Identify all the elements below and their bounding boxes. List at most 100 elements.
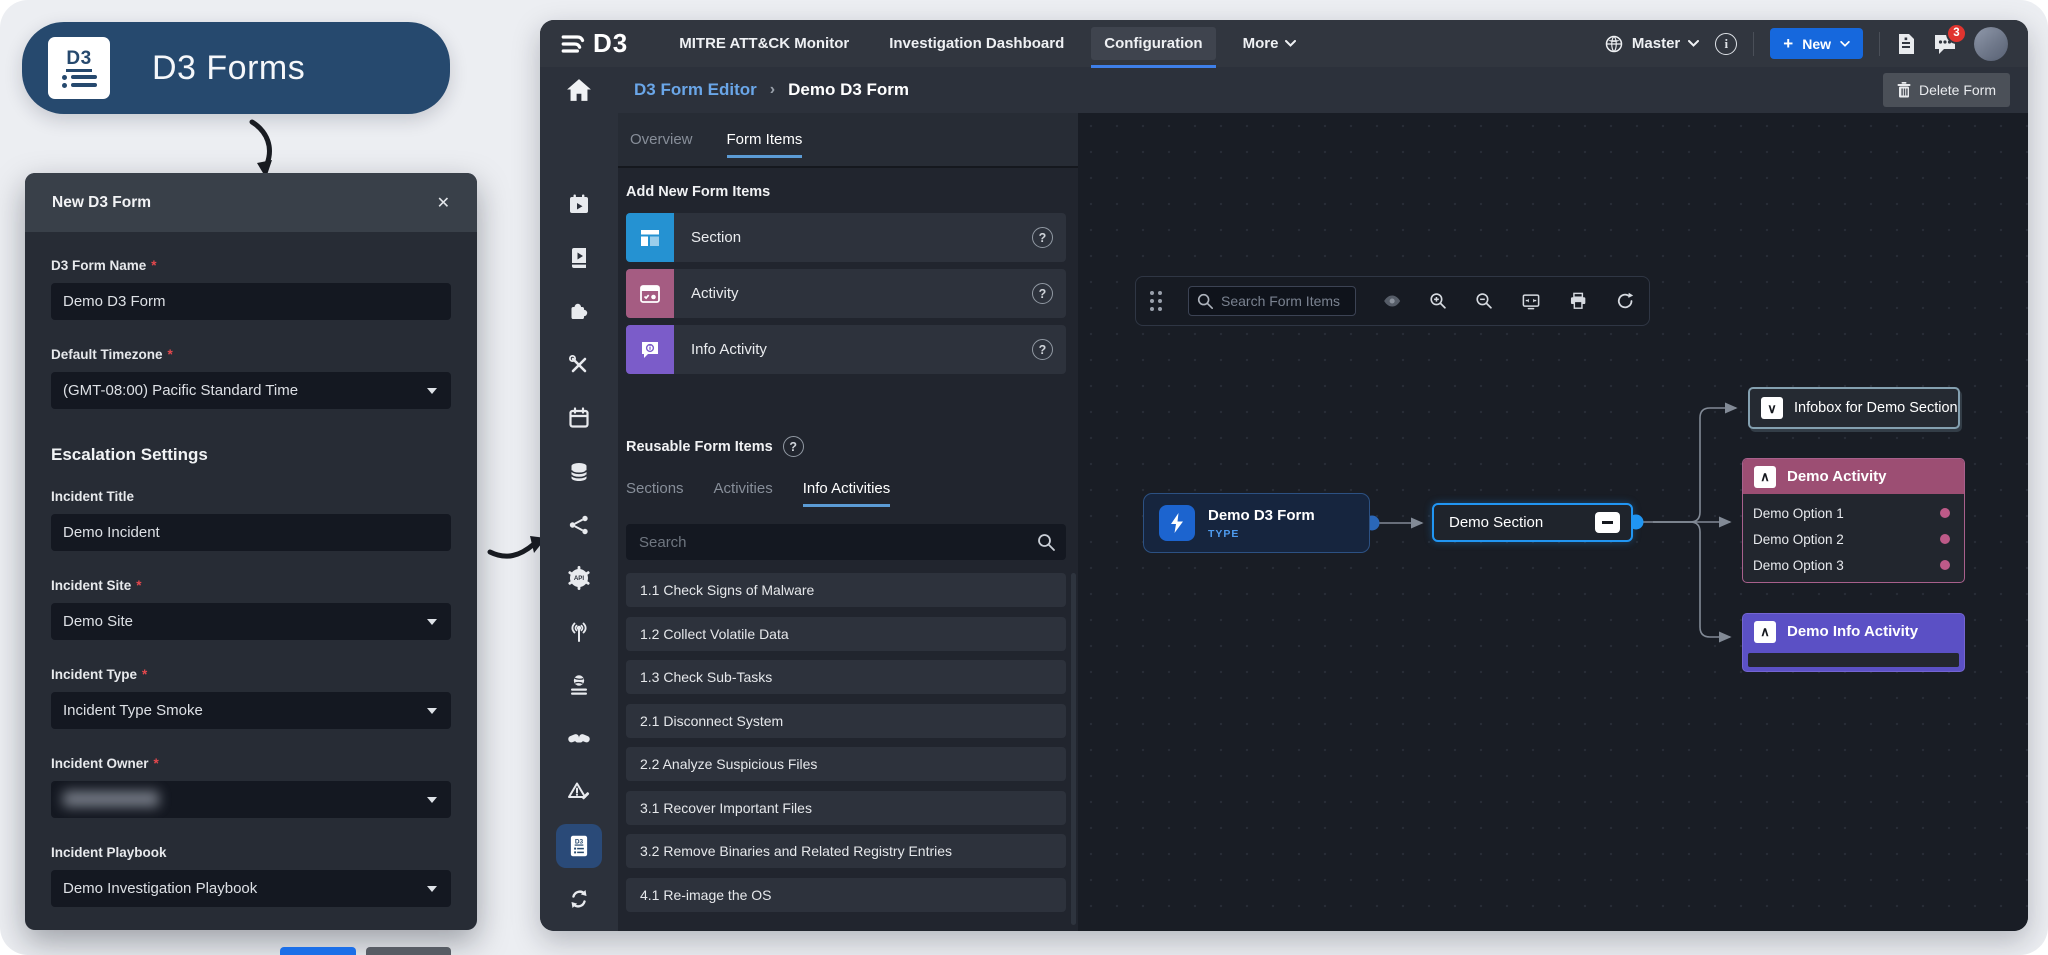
list-item[interactable]: 1.1 Check Signs of Malware <box>626 573 1066 607</box>
node-infobox[interactable]: ∨ Infobox for Demo Section <box>1748 387 1960 429</box>
sidebar-integrations[interactable] <box>556 289 602 332</box>
list-item[interactable]: 2.1 Disconnect System <box>626 704 1066 738</box>
help-icon[interactable]: ? <box>1032 339 1053 360</box>
drag-handle-icon[interactable] <box>1150 291 1162 311</box>
nav-mitre-attack-monitor[interactable]: MITRE ATT&CK Monitor <box>666 27 862 60</box>
sidebar-sync[interactable] <box>556 878 602 921</box>
add-info-activity-row[interactable]: Info Activity ? <box>626 325 1066 374</box>
option-port-icon[interactable] <box>1940 560 1950 570</box>
ok-button[interactable]: OK <box>280 947 356 955</box>
reusable-search-input[interactable] <box>626 524 1066 560</box>
incident-owner-select[interactable] <box>51 781 451 818</box>
sidebar-d3-forms[interactable]: D3 <box>556 824 602 867</box>
nav-configuration[interactable]: Configuration <box>1091 27 1215 60</box>
list-item[interactable]: 1.2 Collect Volatile Data <box>626 617 1066 651</box>
nav-more[interactable]: More <box>1230 27 1310 60</box>
collapse-icon[interactable] <box>1595 512 1620 533</box>
sidebar-web-settings[interactable] <box>556 664 602 707</box>
sidebar-broadcast[interactable] <box>556 610 602 653</box>
chevron-up-icon[interactable]: ∧ <box>1754 621 1776 643</box>
d3-logo[interactable]: D3 <box>560 28 628 59</box>
zoom-out-icon[interactable] <box>1474 289 1494 313</box>
activity-option[interactable]: Demo Option 2 <box>1753 526 1954 552</box>
tenant-selector[interactable]: Master <box>1604 34 1699 54</box>
notifications-chat-icon[interactable]: 3 <box>1932 32 1958 56</box>
help-icon[interactable]: ? <box>783 436 804 457</box>
nav-investigation-dashboard[interactable]: Investigation Dashboard <box>876 27 1077 60</box>
refresh-icon[interactable] <box>1615 289 1635 313</box>
redacted-owner-value <box>63 791 159 807</box>
node-demo-info-activity[interactable]: ∧ Demo Info Activity <box>1742 613 1965 672</box>
option-port-icon[interactable] <box>1940 508 1950 518</box>
print-icon[interactable] <box>1568 289 1588 313</box>
option-port-icon[interactable] <box>1940 534 1950 544</box>
sidebar-utility-tools[interactable] <box>556 343 602 386</box>
node-demo-section[interactable]: Demo Section <box>1432 503 1633 542</box>
add-activity-row[interactable]: Activity ? <box>626 269 1066 318</box>
release-notes-icon[interactable] <box>1896 32 1916 56</box>
delete-form-button[interactable]: Delete Form <box>1883 73 2010 107</box>
list-item[interactable]: 3.1 Recover Important Files <box>626 791 1066 825</box>
list-item[interactable]: 4.1 Re-image the OS <box>626 878 1066 912</box>
chevron-up-icon[interactable]: ∧ <box>1754 466 1776 488</box>
help-icon[interactable]: ? <box>1032 283 1053 304</box>
add-section-row[interactable]: Section ? <box>626 213 1066 262</box>
incident-site-select[interactable]: Demo Site <box>51 603 451 640</box>
tab-overview[interactable]: Overview <box>630 131 693 158</box>
list-item[interactable]: 1.3 Check Sub-Tasks <box>626 660 1066 694</box>
breadcrumb-parent-link[interactable]: D3 Form Editor <box>634 80 757 100</box>
required-asterisk: * <box>136 578 141 593</box>
field-d3-form-name: D3 Form Name* Demo D3 Form <box>51 258 451 320</box>
icon-sidebar: API <box>540 113 618 931</box>
divider <box>1879 32 1880 56</box>
info-icon[interactable]: i <box>1715 33 1737 55</box>
avatar[interactable] <box>1974 27 2008 61</box>
field-incident-owner: Incident Owner* <box>51 756 451 818</box>
activity-option[interactable]: Demo Option 3 <box>1753 552 1954 578</box>
sidebar-event-calendar[interactable] <box>556 182 602 225</box>
tab-sections[interactable]: Sections <box>626 480 684 507</box>
list-item[interactable]: 2.2 Analyze Suspicious Files <box>626 747 1066 781</box>
chevron-down-icon <box>427 619 437 625</box>
event-calendar-icon <box>567 192 591 216</box>
activity-option[interactable]: Demo Option 1 <box>1753 500 1954 526</box>
node-demo-activity[interactable]: ∧ Demo Activity Demo Option 1 Demo Optio… <box>1742 458 1965 583</box>
sidebar-link-analysis[interactable] <box>556 503 602 546</box>
zoom-in-icon[interactable] <box>1428 289 1448 313</box>
panel-scrollbar[interactable] <box>1071 573 1076 925</box>
field-incident-playbook: Incident Playbook Demo Investigation Pla… <box>51 845 451 907</box>
incident-playbook-select[interactable]: Demo Investigation Playbook <box>51 870 451 907</box>
help-icon[interactable]: ? <box>1032 227 1053 248</box>
visibility-eye-icon[interactable] <box>1382 289 1402 313</box>
sidebar-database[interactable] <box>556 450 602 493</box>
field-incident-site: Incident Site* Demo Site <box>51 578 451 640</box>
home-icon[interactable] <box>566 78 592 102</box>
chevron-down-icon <box>1840 41 1850 47</box>
chevron-down-icon[interactable]: ∨ <box>1761 397 1783 419</box>
tab-form-items[interactable]: Form Items <box>727 131 803 158</box>
list-item[interactable]: 3.2 Remove Binaries and Related Registry… <box>626 834 1066 868</box>
sidebar-schedule[interactable] <box>556 396 602 439</box>
cancel-button[interactable]: Cancel <box>366 947 451 955</box>
timezone-select[interactable]: (GMT-08:00) Pacific Standard Time <box>51 372 451 409</box>
tab-activities[interactable]: Activities <box>714 480 773 507</box>
sidebar-partnership[interactable] <box>556 717 602 760</box>
annotation-arrow-down-icon <box>238 118 294 180</box>
field-label: Incident Owner <box>51 756 149 771</box>
sidebar-api[interactable]: API <box>556 557 602 600</box>
sidebar-playbook[interactable] <box>556 236 602 279</box>
integrations-puzzle-icon <box>567 299 591 323</box>
node-demo-d3-form[interactable]: Demo D3 Form TYPE <box>1143 493 1370 553</box>
fit-to-screen-icon[interactable] <box>1520 289 1542 313</box>
notification-badge: 3 <box>1946 23 1967 44</box>
new-button[interactable]: + New <box>1770 28 1863 59</box>
d3-form-name-input[interactable]: Demo D3 Form <box>51 283 451 320</box>
form-canvas[interactable]: Demo D3 Form TYPE Demo Section ∨ Infobox… <box>1078 113 2028 931</box>
incident-type-select[interactable]: Incident Type Smoke <box>51 692 451 729</box>
close-icon[interactable]: ✕ <box>437 193 450 213</box>
tab-info-activities[interactable]: Info Activities <box>803 480 891 507</box>
field-label: Incident Type <box>51 667 137 682</box>
lightning-bolt-icon <box>1159 505 1195 541</box>
incident-title-input[interactable]: Demo Incident <box>51 514 451 551</box>
sidebar-incident-edit[interactable] <box>556 771 602 814</box>
